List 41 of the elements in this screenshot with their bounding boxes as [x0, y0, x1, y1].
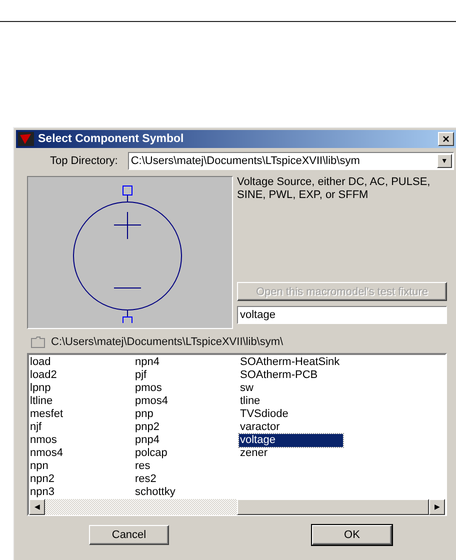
- symbol-list-item[interactable]: npn: [29, 460, 48, 473]
- symbol-list-item[interactable]: TVSdiode: [239, 408, 288, 421]
- symbol-list-item[interactable]: schottky: [134, 486, 176, 499]
- symbol-list-item[interactable]: sw: [239, 382, 254, 395]
- symbol-list-item[interactable]: npn3: [29, 486, 54, 499]
- current-path: C:\Users\matej\Documents\LTspiceXVII\lib\sym\: [51, 336, 284, 348]
- symbol-name-field[interactable]: voltage: [237, 306, 447, 324]
- close-button[interactable]: ×: [438, 132, 454, 146]
- symbol-list-item[interactable]: load: [29, 356, 51, 369]
- ok-button[interactable]: OK: [312, 525, 392, 545]
- symbol-list-item[interactable]: SOAtherm-PCB: [239, 369, 318, 382]
- symbol-list-item[interactable]: load2: [29, 369, 57, 382]
- app-icon: [18, 132, 34, 146]
- window-title: Select Component Symbol: [38, 133, 185, 145]
- symbol-list-item[interactable]: nmos: [29, 434, 57, 447]
- symbol-list-item[interactable]: tline: [239, 395, 260, 408]
- symbol-list-item[interactable]: mesfet: [29, 408, 64, 421]
- symbol-list-item[interactable]: SOAtherm-HeatSink: [239, 356, 340, 369]
- symbol-list-item[interactable]: pnp2: [134, 421, 160, 434]
- symbol-list-item[interactable]: njf: [29, 421, 42, 434]
- folder-icon: [31, 336, 45, 348]
- symbol-list-item[interactable]: pnp: [134, 408, 154, 421]
- top-directory-label: Top Directory:: [50, 155, 118, 167]
- symbol-list-item[interactable]: pmos: [134, 382, 162, 395]
- symbol-list-item[interactable]: ltline: [29, 395, 53, 408]
- symbol-list-item[interactable]: zener: [239, 447, 268, 460]
- symbol-list-item[interactable]: res: [134, 460, 150, 473]
- symbol-list-item[interactable]: pmos4: [134, 395, 168, 408]
- symbol-list-item[interactable]: polcap: [134, 447, 168, 460]
- symbol-list-item[interactable]: voltage: [239, 434, 343, 447]
- symbol-list-item[interactable]: res2: [134, 473, 156, 486]
- symbol-description: Voltage Source, either DC, AC, PULSE, SINE, PWL, EXP, or SFFM: [237, 176, 432, 203]
- symbol-list-item[interactable]: npn2: [29, 473, 54, 486]
- symbol-list-item[interactable]: varactor: [239, 421, 280, 434]
- symbol-list-item[interactable]: pnp4: [134, 434, 160, 447]
- symbol-list-item[interactable]: npn4: [134, 356, 160, 369]
- scrollbar-thumb[interactable]: [237, 499, 429, 515]
- cancel-button[interactable]: Cancel: [89, 525, 169, 545]
- symbol-list-item[interactable]: pjf: [134, 369, 147, 382]
- symbol-list-item[interactable]: nmos4: [29, 447, 64, 460]
- symbol-list-item[interactable]: lpnp: [29, 382, 51, 395]
